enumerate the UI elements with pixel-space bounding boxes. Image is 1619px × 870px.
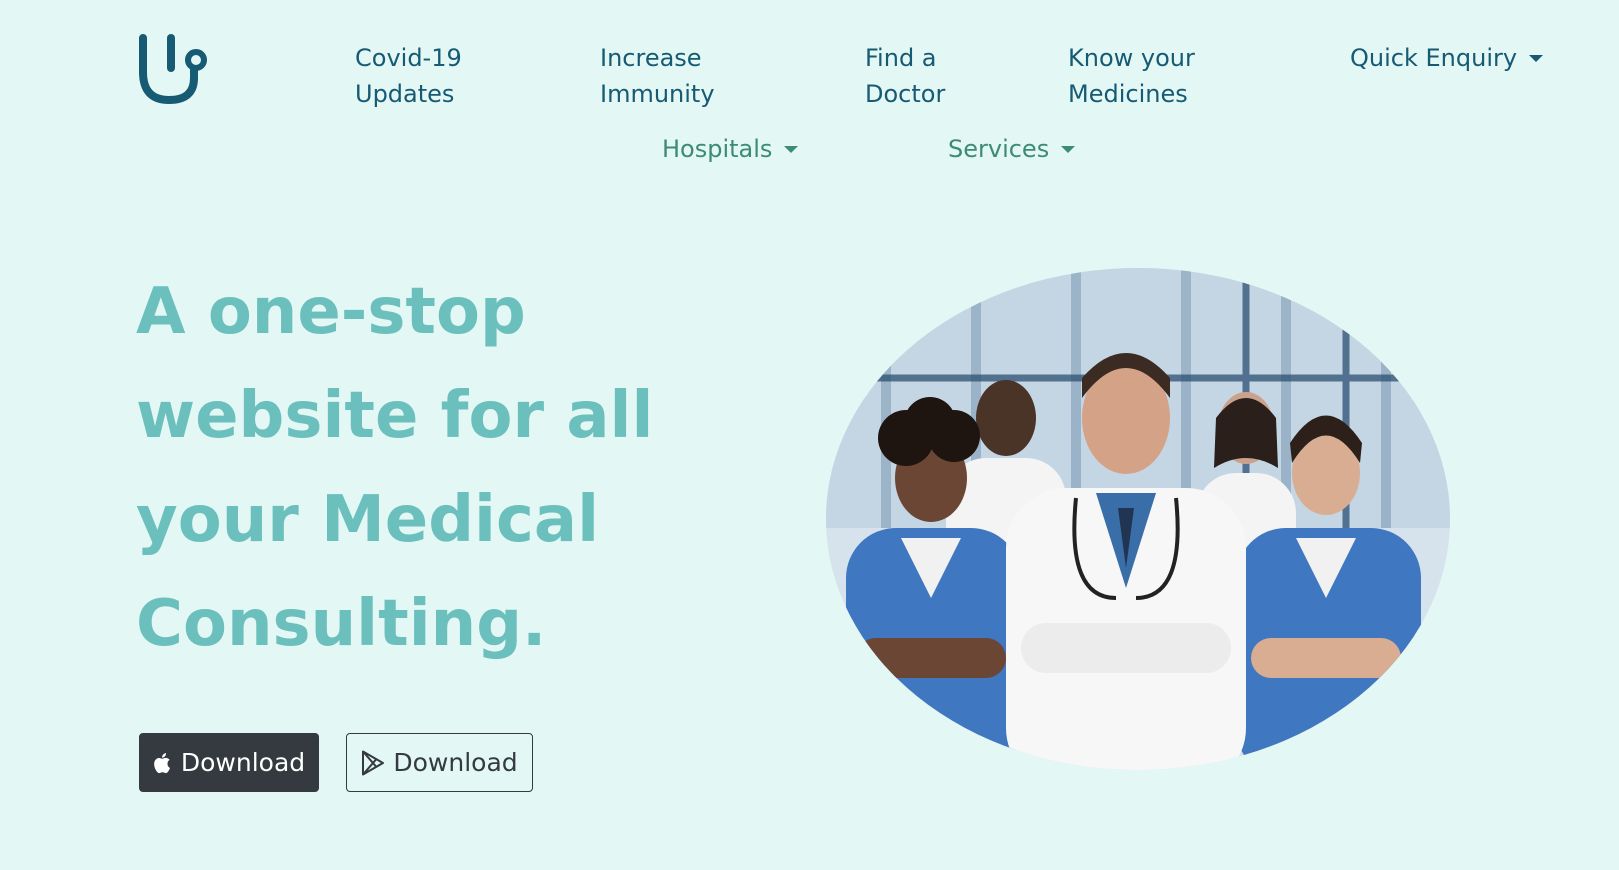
hero-heading-line: Consulting. xyxy=(136,587,547,661)
play-store-icon xyxy=(362,750,385,775)
nav-covid-updates[interactable]: Covid-19 Updates xyxy=(355,40,462,112)
chevron-down-icon xyxy=(784,146,799,153)
nav-quick-enquiry-dropdown[interactable]: Quick Enquiry xyxy=(1350,40,1544,76)
nav-medicines-line2: Medicines xyxy=(1068,80,1188,108)
nav-immunity-line1: Increase xyxy=(600,44,702,72)
nav-covid-line2: Updates xyxy=(355,80,455,108)
apple-icon xyxy=(153,752,170,773)
nav-services-label: Services xyxy=(948,135,1050,163)
download-app-store-label: Download xyxy=(180,748,306,777)
nav-covid-line1: Covid-19 xyxy=(355,44,462,72)
nav-hospitals-dropdown[interactable]: Hospitals xyxy=(662,131,799,167)
hero-heading-line: website for all xyxy=(136,379,654,453)
nav-quick-enquiry-label: Quick Enquiry xyxy=(1350,44,1518,72)
nav-medicines-line1: Know your xyxy=(1068,44,1195,72)
nav-services-dropdown[interactable]: Services xyxy=(948,131,1076,167)
download-play-store-label: Download xyxy=(393,748,518,777)
nav-immunity-line2: Immunity xyxy=(600,80,715,108)
hero-medical-team-image xyxy=(826,268,1450,770)
nav-hospitals-label: Hospitals xyxy=(662,135,773,163)
logo[interactable] xyxy=(136,34,210,106)
stethoscope-icon xyxy=(139,34,207,105)
download-app-store-button[interactable]: Download xyxy=(139,733,319,792)
hero-heading: A one-stop website for all your Medical … xyxy=(136,260,756,676)
nav-doctor-line1: Find a xyxy=(865,44,937,72)
chevron-down-icon xyxy=(1061,146,1076,153)
hero-heading-line: A one-stop xyxy=(136,275,526,349)
chevron-down-icon xyxy=(1529,55,1544,62)
nav-find-doctor[interactable]: Find a Doctor xyxy=(865,40,945,112)
hero-heading-line: your Medical xyxy=(136,483,599,557)
nav-doctor-line2: Doctor xyxy=(865,80,946,108)
download-play-store-button[interactable]: Download xyxy=(346,733,533,792)
nav-increase-immunity[interactable]: Increase Immunity xyxy=(600,40,715,112)
nav-know-medicines[interactable]: Know your Medicines xyxy=(1068,40,1195,112)
